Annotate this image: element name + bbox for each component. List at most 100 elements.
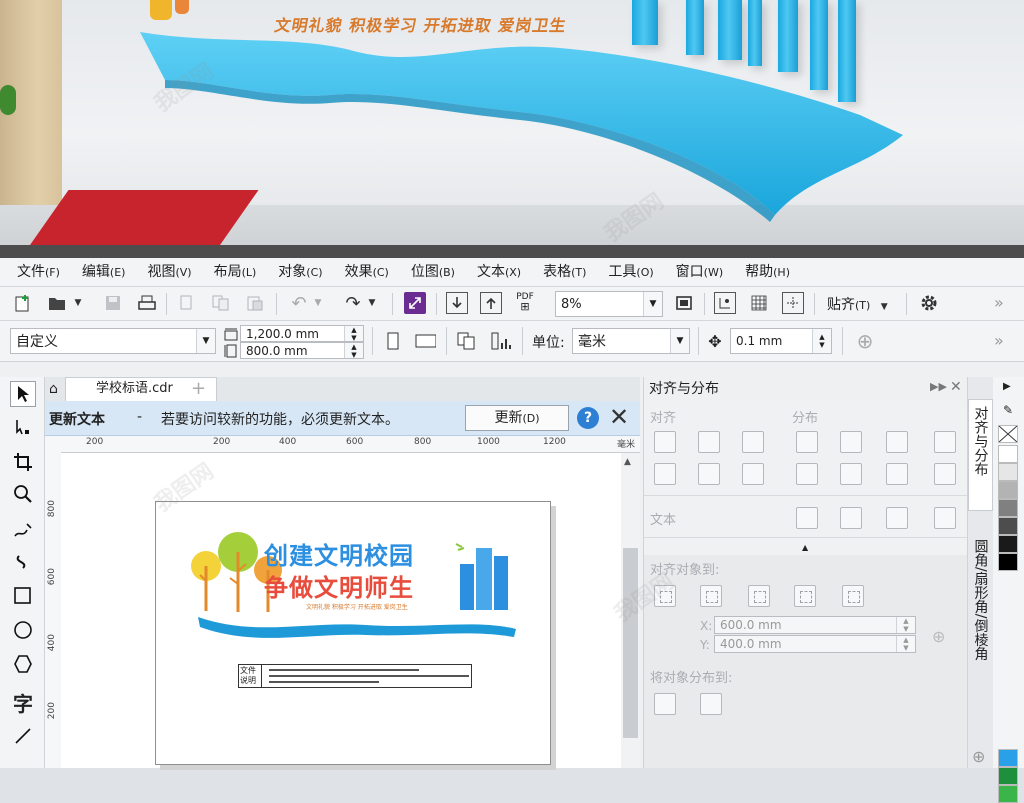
align-to-grid-icon[interactable] (794, 585, 816, 607)
cut-icon[interactable] (176, 292, 198, 314)
no-color-swatch[interactable] (998, 425, 1018, 443)
show-grid-icon[interactable] (748, 292, 770, 314)
distribute-center-icon[interactable] (840, 431, 862, 453)
align-bottom-icon[interactable] (742, 463, 764, 485)
distribute-to-page-icon[interactable] (700, 693, 722, 715)
tab-align-distribute[interactable]: 对齐与分布 (968, 399, 993, 511)
docker-collapse-icon[interactable]: ▶▶ (930, 380, 947, 393)
polygon-tool-icon[interactable] (10, 651, 36, 677)
distribute-top-icon[interactable] (796, 463, 818, 485)
copy-icon[interactable] (210, 292, 232, 314)
ruler-origin[interactable] (45, 436, 62, 453)
units-combo[interactable]: 毫米 ▼ (572, 328, 690, 354)
crop-tool-icon[interactable] (10, 449, 36, 475)
color-swatch[interactable] (998, 445, 1018, 463)
zoom-tool-icon[interactable] (10, 481, 36, 507)
menu-view[interactable]: 视图(V) (136, 258, 202, 286)
text-first-line-baseline-icon[interactable] (796, 507, 818, 529)
color-swatch[interactable] (998, 517, 1018, 535)
align-to-page-center-icon[interactable] (748, 585, 770, 607)
text-tool-icon[interactable]: 字 (10, 689, 36, 716)
parallel-dimension-tool-icon[interactable] (10, 723, 36, 749)
distribute-to-selection-icon[interactable] (654, 693, 676, 715)
add-preset-icon[interactable]: ⊕ (854, 329, 876, 353)
shape-tool-icon[interactable] (10, 415, 36, 441)
print-icon[interactable] (136, 292, 158, 314)
freehand-tool-icon[interactable] (10, 517, 36, 543)
update-button[interactable]: 更新(D) (465, 405, 569, 431)
menu-file[interactable]: 文件(F) (0, 258, 71, 286)
portrait-icon[interactable] (382, 330, 404, 352)
pick-tool-icon[interactable] (10, 381, 36, 407)
stepper-arrows-icon[interactable]: ▲ ▼ (344, 326, 363, 342)
y-coord-field[interactable]: 400.0 mm ▲ ▼ (714, 635, 916, 653)
text-bounding-box-icon[interactable] (886, 507, 908, 529)
import-icon[interactable] (446, 292, 468, 314)
distribute-spacing-icon[interactable] (886, 431, 908, 453)
page-height-field[interactable]: 800.0 mm ▲ ▼ (240, 342, 364, 359)
snap-to-menu[interactable]: 贴齐(T) ▼ (827, 294, 888, 314)
align-right-icon[interactable] (742, 431, 764, 453)
add-docker-icon[interactable]: ⊕ (972, 747, 985, 766)
color-swatch[interactable] (998, 463, 1018, 481)
property-bar-overflow-icon[interactable]: » (994, 331, 1004, 350)
corel-connect-icon[interactable] (404, 292, 426, 314)
nudge-distance-field[interactable]: 0.1 mm ▲ ▼ (730, 328, 832, 354)
current-page-icon[interactable] (490, 330, 512, 352)
chevron-down-icon[interactable]: ▼ (196, 329, 215, 353)
chevron-down-icon[interactable]: ▼ (643, 292, 662, 316)
menu-bitmaps[interactable]: 位图(B) (400, 258, 466, 286)
tab-fillet-scallop-chamfer[interactable]: 圆角/扇形角/倒棱角 (968, 533, 993, 713)
undo-dropdown-icon[interactable]: ▼ (312, 292, 324, 314)
scroll-up-icon[interactable]: ▲ (624, 457, 631, 467)
color-swatch[interactable] (998, 785, 1018, 803)
help-icon[interactable]: ? (577, 407, 599, 429)
menu-tools[interactable]: 工具(O) (597, 258, 664, 286)
undo-icon[interactable]: ↶ (288, 292, 310, 314)
zoom-level-combo[interactable]: 8% ▼ (555, 291, 663, 317)
paste-icon[interactable] (244, 292, 266, 314)
rectangle-tool-icon[interactable] (10, 583, 36, 609)
toolbar-overflow-icon[interactable]: » (994, 293, 1004, 312)
color-swatch[interactable] (998, 535, 1018, 553)
text-last-line-baseline-icon[interactable] (840, 507, 862, 529)
open-folder-icon[interactable] (46, 292, 68, 314)
menu-layout[interactable]: 布局(L) (203, 258, 268, 286)
menu-table[interactable]: 表格(T) (532, 258, 597, 286)
ellipse-tool-icon[interactable] (10, 617, 36, 643)
distribute-vspacing-icon[interactable] (886, 463, 908, 485)
align-to-active-objects-icon[interactable] (654, 585, 676, 607)
align-center-vertical-icon[interactable] (698, 463, 720, 485)
landscape-icon[interactable] (414, 330, 436, 352)
menu-edit[interactable]: 编辑(E) (71, 258, 137, 286)
artistic-media-tool-icon[interactable] (10, 549, 36, 575)
vertical-scrollbar[interactable]: ▲ (621, 453, 640, 768)
color-swatch[interactable] (998, 553, 1018, 571)
stepper-arrows-icon[interactable]: ▲ ▼ (344, 343, 363, 359)
color-swatch[interactable] (998, 767, 1018, 785)
align-to-point-icon[interactable] (842, 585, 864, 607)
redo-dropdown-icon[interactable]: ▼ (366, 292, 378, 314)
vertical-ruler[interactable]: 800 600 400 200 (45, 452, 62, 768)
palette-scroll-up-icon[interactable]: ▶ (1003, 381, 1011, 392)
show-rulers-icon[interactable] (714, 292, 736, 314)
stepper-arrows-icon[interactable]: ▲ ▼ (896, 617, 915, 633)
stepper-arrows-icon[interactable]: ▲ ▼ (812, 329, 831, 353)
export-icon[interactable] (480, 292, 502, 314)
all-pages-icon[interactable] (456, 330, 478, 352)
distribute-right-icon[interactable] (934, 431, 956, 453)
align-left-icon[interactable] (654, 431, 676, 453)
stepper-arrows-icon[interactable]: ▲ ▼ (896, 636, 915, 652)
align-to-page-edge-icon[interactable] (700, 585, 722, 607)
text-outline-icon[interactable] (934, 507, 956, 529)
align-top-icon[interactable] (654, 463, 676, 485)
document-page[interactable]: 创建文明校园 争做文明师生 文明礼貌 积极学习 开拓进取 爱岗卫生 文件 说明 (155, 501, 551, 765)
horizontal-ruler[interactable]: 200 200 400 600 800 1000 1200 毫米 (61, 436, 640, 453)
color-swatch[interactable] (998, 749, 1018, 767)
gear-icon[interactable] (918, 292, 940, 314)
show-guidelines-icon[interactable] (782, 292, 804, 314)
docker-close-icon[interactable]: ✕ (950, 379, 962, 395)
open-dropdown-icon[interactable]: ▼ (72, 292, 84, 314)
menu-window[interactable]: 窗口(W) (665, 258, 734, 286)
distribute-left-icon[interactable] (796, 431, 818, 453)
